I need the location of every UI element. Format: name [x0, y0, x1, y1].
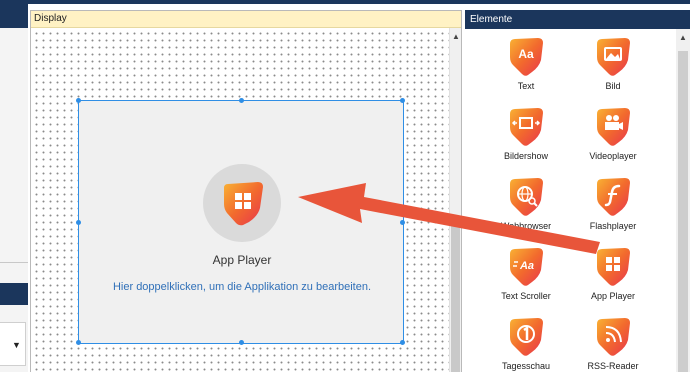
element-tagesschau[interactable]: Tagesschau [486, 316, 566, 372]
resize-handle-right[interactable] [400, 220, 405, 225]
elements-panel-title: Elemente [470, 14, 513, 25]
scrollbar-thumb[interactable] [451, 224, 460, 372]
resize-handle-bottom-left[interactable] [76, 340, 81, 345]
left-panel-section-header [0, 283, 28, 305]
element-image[interactable]: Bild [573, 36, 653, 102]
element-label: Webbrowser [500, 221, 552, 231]
element-text[interactable]: Aa Text [486, 36, 566, 102]
element-label: Bildershow [503, 151, 549, 161]
element-rss-reader[interactable]: RSS-Reader [573, 316, 653, 372]
display-panel: Display App Player Hier doppelklicken, u… [30, 10, 462, 372]
svg-text:Aa: Aa [519, 260, 534, 272]
app-player-widget[interactable]: App Player Hier doppelklicken, um die Ap… [76, 98, 405, 345]
flash-icon [597, 178, 630, 216]
widget-edit-hint[interactable]: Hier doppelklicken, um die Applikation z… [79, 281, 405, 293]
element-label: Bild [605, 81, 621, 91]
element-label: Text Scroller [501, 291, 551, 301]
element-label: Tagesschau [501, 361, 551, 371]
app-player-icon [203, 164, 281, 242]
scroll-up-arrow-icon[interactable]: ▲ [452, 33, 460, 41]
scroll-up-arrow-icon[interactable]: ▲ [679, 34, 687, 42]
element-app-player[interactable]: App Player [573, 246, 653, 312]
resize-handle-top[interactable] [239, 98, 244, 103]
slideshow-icon [510, 108, 543, 146]
element-label: Text [517, 81, 535, 91]
widget-title: App Player [212, 253, 272, 267]
element-webbrowser[interactable]: Webbrowser [486, 176, 566, 242]
rss-icon [597, 318, 630, 356]
resize-handle-top-right[interactable] [400, 98, 405, 103]
display-vertical-scrollbar[interactable]: ▲ [449, 28, 461, 372]
element-flashplayer[interactable]: Flashplayer [573, 176, 653, 242]
resize-handle-top-left[interactable] [76, 98, 81, 103]
image-icon [597, 38, 630, 76]
left-panel-header [0, 0, 28, 28]
element-label: Flashplayer [589, 221, 637, 231]
elements-vertical-scrollbar[interactable]: ▲ [676, 29, 690, 372]
app-player-icon [597, 248, 630, 286]
elements-panel-header: Elemente [465, 10, 690, 29]
element-slideshow[interactable]: Bildershow [486, 106, 566, 172]
scrollbar-thumb[interactable] [678, 51, 688, 372]
element-label: Videoplayer [589, 151, 637, 161]
element-videoplayer[interactable]: Videoplayer [573, 106, 653, 172]
resize-handle-bottom-right[interactable] [400, 340, 405, 345]
display-panel-title: Display [34, 13, 67, 24]
left-panel-divider [0, 262, 28, 263]
left-side-panel: ▼ [0, 0, 28, 372]
element-label: RSS-Reader [587, 361, 639, 371]
element-text-scroller[interactable]: Aa Text Scroller [486, 246, 566, 312]
elements-panel: Elemente Aa Text Bild Bildershow Videopl… [465, 10, 690, 372]
video-camera-icon [597, 108, 630, 146]
display-canvas[interactable]: App Player Hier doppelklicken, um die Ap… [31, 28, 449, 372]
resize-handle-left[interactable] [76, 220, 81, 225]
text-scroller-icon: Aa [510, 248, 543, 286]
top-border [0, 0, 690, 4]
app-window: ▼ Display App Player Hier doppelklicken,… [0, 0, 690, 372]
web-globe-icon [510, 178, 543, 216]
svg-text:Aa: Aa [518, 47, 534, 61]
resize-handle-bottom[interactable] [239, 340, 244, 345]
text-icon: Aa [510, 38, 543, 76]
display-panel-header: Display [31, 11, 461, 28]
element-label: App Player [590, 291, 636, 301]
dropdown-arrow-icon[interactable]: ▼ [12, 341, 21, 350]
tagesschau-icon [510, 318, 543, 356]
